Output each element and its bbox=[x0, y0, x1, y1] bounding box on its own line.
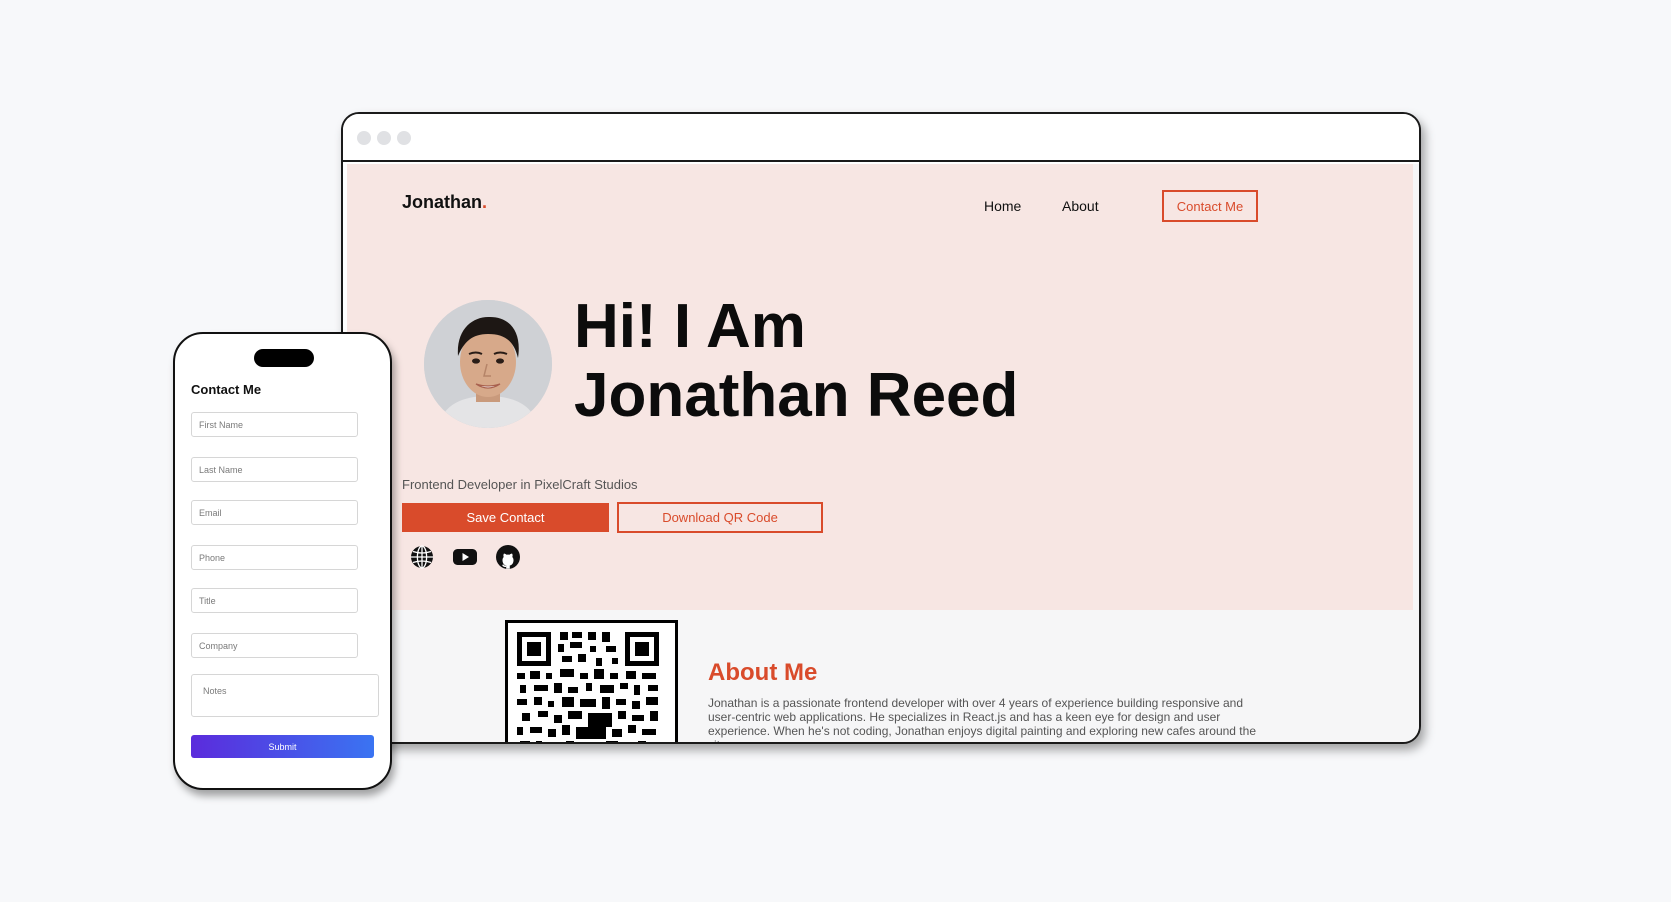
hero-section: Jonathan. Home About Contact Me Hi! I Am… bbox=[347, 164, 1413, 610]
nav-about-link[interactable]: About bbox=[1062, 198, 1099, 214]
hero-title-line1: Hi! I Am bbox=[574, 292, 806, 361]
phone-mockup: Contact Me Submit bbox=[173, 332, 392, 790]
save-contact-button[interactable]: Save Contact bbox=[402, 503, 609, 532]
github-icon[interactable] bbox=[495, 544, 521, 570]
window-dot bbox=[357, 131, 371, 145]
last-name-input[interactable] bbox=[191, 457, 358, 482]
qr-code-pattern bbox=[517, 632, 659, 742]
submit-button[interactable]: Submit bbox=[191, 735, 374, 758]
nav-contact-button[interactable]: Contact Me bbox=[1162, 190, 1258, 222]
company-input[interactable] bbox=[191, 633, 358, 658]
site-logo[interactable]: Jonathan. bbox=[402, 192, 487, 213]
phone-notch bbox=[254, 349, 314, 367]
phone-input[interactable] bbox=[191, 545, 358, 570]
nav-home-link[interactable]: Home bbox=[984, 198, 1021, 214]
first-name-input[interactable] bbox=[191, 412, 358, 437]
email-input[interactable] bbox=[191, 500, 358, 525]
title-input[interactable] bbox=[191, 588, 358, 613]
browser-window: Jonathan. Home About Contact Me Hi! I Am… bbox=[341, 112, 1421, 744]
hero-title: Hi! I Am Jonathan Reed bbox=[574, 292, 1018, 430]
youtube-icon[interactable] bbox=[452, 544, 478, 570]
window-dot bbox=[377, 131, 391, 145]
hero-subtitle: Frontend Developer in PixelCraft Studios bbox=[402, 477, 638, 492]
about-text: Jonathan is a passionate frontend develo… bbox=[708, 696, 1256, 742]
logo-text: Jonathan bbox=[402, 192, 483, 212]
logo-dot: . bbox=[482, 192, 488, 212]
download-qr-button[interactable]: Download QR Code bbox=[617, 502, 823, 533]
avatar-portrait bbox=[424, 300, 552, 428]
notes-textarea[interactable] bbox=[191, 674, 379, 717]
avatar bbox=[424, 300, 552, 428]
contact-form-title: Contact Me bbox=[191, 382, 262, 397]
window-dot bbox=[397, 131, 411, 145]
globe-icon[interactable] bbox=[409, 544, 435, 570]
hero-title-line2: Jonathan Reed bbox=[574, 361, 1019, 430]
about-title: About Me bbox=[708, 659, 818, 686]
stage: Jonathan. Home About Contact Me Hi! I Am… bbox=[0, 0, 1671, 902]
browser-viewport: Jonathan. Home About Contact Me Hi! I Am… bbox=[347, 164, 1419, 742]
qr-code bbox=[505, 620, 678, 742]
browser-title-bar bbox=[343, 114, 1419, 162]
